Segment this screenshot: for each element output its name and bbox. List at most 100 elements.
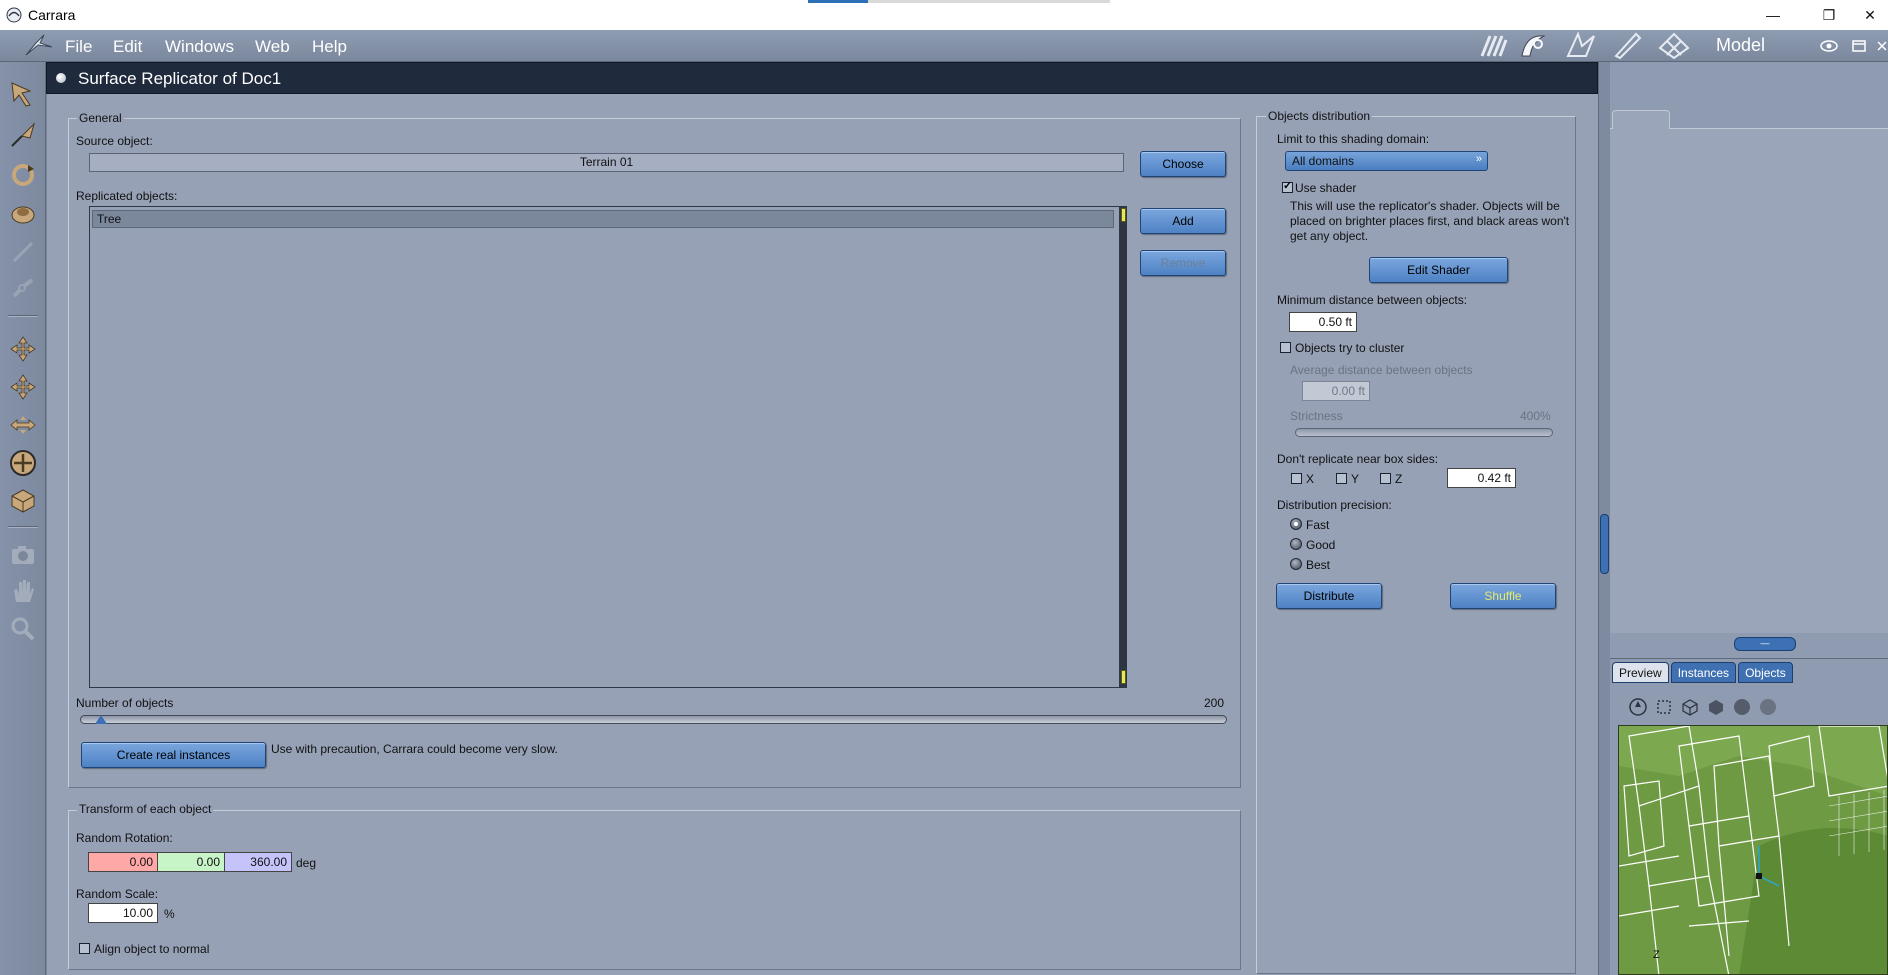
shaded-sphere-icon[interactable] — [1732, 697, 1752, 717]
menu-file[interactable]: File — [65, 37, 92, 57]
eye-icon[interactable] — [1820, 38, 1838, 54]
replicated-objects-label: Replicated objects: — [76, 189, 178, 203]
carrara-logo-icon — [25, 34, 53, 56]
number-of-objects-value: 200 — [1204, 696, 1225, 710]
shader-note-text: This will use the replicator's shader. O… — [1290, 199, 1570, 243]
minimize-icon: — — [1766, 7, 1780, 23]
align-to-normal-checkbox[interactable] — [79, 943, 90, 954]
cluster-checkbox[interactable] — [1280, 342, 1291, 353]
dialog-menu-icon[interactable] — [56, 73, 66, 83]
box-distance-field[interactable]: 0.42 ft — [1447, 468, 1516, 488]
panel-collapse-handle[interactable] — [1600, 514, 1609, 574]
viewport-axis-label: Z — [1653, 949, 1660, 961]
number-of-objects-slider[interactable] — [80, 715, 1227, 724]
link-tool-icon[interactable] — [8, 274, 38, 304]
random-scale-field[interactable]: 10.00 — [88, 903, 158, 923]
scroll-up-cap[interactable] — [1121, 208, 1126, 222]
use-shader-checkbox[interactable] — [1282, 179, 1293, 193]
shaded-cube-icon[interactable] — [1706, 697, 1726, 717]
menu-bar: File Edit Windows Web Help Model — [0, 30, 1888, 62]
strictness-slider — [1295, 428, 1553, 437]
menu-help[interactable]: Help — [312, 37, 347, 57]
texture-room-icon[interactable] — [1610, 30, 1646, 60]
box-z-checkbox[interactable] — [1380, 473, 1391, 484]
preview-viewport[interactable]: Z — [1618, 725, 1888, 975]
chevron-down-icon: » — [1475, 153, 1482, 165]
scroll-down-cap[interactable] — [1121, 670, 1126, 684]
distribution-legend: Objects distribution — [1266, 109, 1373, 123]
tab-instances[interactable]: Instances — [1670, 662, 1737, 683]
distribute-button[interactable]: Distribute — [1276, 583, 1382, 609]
move-planar-tool-icon[interactable] — [8, 372, 38, 402]
precision-best-radio[interactable] — [1290, 558, 1302, 570]
pen-tool-icon[interactable] — [8, 237, 38, 267]
restore-button[interactable]: ❐ — [1806, 0, 1852, 30]
render-sphere-icon[interactable] — [1758, 697, 1778, 717]
close-button[interactable]: ✕ — [1852, 0, 1888, 30]
remove-button[interactable]: Remove — [1140, 250, 1226, 276]
list-scrollbar[interactable] — [1120, 206, 1127, 688]
choose-button[interactable]: Choose — [1140, 151, 1226, 177]
shading-domain-select[interactable]: All domains » — [1285, 151, 1488, 171]
window-titlebar: Carrara — ❐ ✕ — [0, 0, 1888, 30]
rotation-unit: deg — [296, 856, 317, 870]
box-y-checkbox[interactable] — [1336, 473, 1347, 484]
precision-good-radio[interactable] — [1290, 538, 1302, 550]
menu-web[interactable]: Web — [255, 37, 290, 57]
box-x-label: X — [1306, 472, 1315, 486]
select-tool-icon[interactable] — [8, 120, 38, 150]
bounding-box-icon[interactable] — [1654, 697, 1674, 717]
rotate-tool-icon[interactable] — [8, 160, 38, 190]
strictness-value: 400% — [1520, 409, 1551, 423]
sphere-move-tool-icon[interactable] — [8, 448, 38, 478]
tab-objects[interactable]: Objects — [1738, 662, 1793, 683]
tab-preview[interactable]: Preview — [1612, 662, 1669, 683]
box-scale-tool-icon[interactable] — [8, 486, 38, 516]
general-legend: General — [77, 111, 124, 125]
render-room-icon[interactable] — [1656, 30, 1692, 60]
terrain-preview-image: Z — [1619, 726, 1887, 974]
slider-thumb[interactable] — [94, 715, 107, 724]
shading-domain-value: All domains — [1292, 154, 1355, 168]
arrow-tool-icon[interactable] — [8, 79, 38, 109]
rotation-x-field[interactable]: 0.00 — [88, 852, 158, 872]
minimize-button[interactable]: — — [1750, 0, 1796, 30]
zoom-tool-icon[interactable] — [8, 614, 38, 644]
rotation-z-field[interactable]: 360.00 — [224, 852, 292, 872]
panel-toggle-icon[interactable] — [1850, 38, 1868, 54]
panel-close-icon[interactable] — [1876, 38, 1888, 54]
box-x-checkbox[interactable] — [1291, 473, 1302, 484]
hand-tool-icon[interactable] — [8, 576, 38, 606]
storyboard-room-icon[interactable] — [1564, 30, 1600, 60]
hand-room-icon[interactable] — [1476, 30, 1512, 60]
rotation-y-field[interactable]: 0.00 — [157, 852, 225, 872]
create-real-instances-button[interactable]: Create real instances — [81, 742, 266, 768]
taskbar-strip — [808, 0, 1110, 3]
panel-splitter[interactable]: — — [1734, 637, 1796, 651]
use-shader-label: Use shader — [1295, 181, 1357, 195]
preview-tabs: Preview Instances Objects — [1612, 662, 1795, 683]
menu-windows[interactable]: Windows — [165, 37, 234, 57]
box-z-label: Z — [1395, 472, 1403, 486]
list-item[interactable]: Tree — [92, 210, 1114, 228]
menu-edit[interactable]: Edit — [113, 37, 142, 57]
add-button[interactable]: Add — [1140, 208, 1226, 234]
navigate-icon[interactable] — [1628, 697, 1648, 717]
move-horizontal-tool-icon[interactable] — [8, 410, 38, 440]
replicated-objects-list[interactable]: Tree — [89, 206, 1120, 688]
shuffle-button[interactable]: Shuffle — [1450, 583, 1556, 609]
min-distance-field[interactable]: 0.50 ft — [1289, 312, 1357, 332]
edit-shader-button[interactable]: Edit Shader — [1369, 257, 1508, 283]
box-sides-label: Don't replicate near box sides: — [1277, 452, 1439, 466]
precision-label: Distribution precision: — [1277, 498, 1392, 512]
move-tool-icon[interactable] — [8, 334, 38, 364]
avg-distance-label: Average distance between objects — [1290, 363, 1473, 377]
camera-tool-icon[interactable] — [8, 540, 38, 570]
window-title: Carrara — [28, 7, 76, 23]
assemble-room-icon[interactable] — [1516, 30, 1552, 60]
wireframe-cube-icon[interactable] — [1680, 697, 1700, 717]
random-scale-label: Random Scale: — [76, 887, 159, 901]
twist-tool-icon[interactable] — [8, 198, 38, 228]
precision-fast-radio[interactable] — [1290, 518, 1302, 530]
properties-tab[interactable] — [1612, 110, 1670, 129]
